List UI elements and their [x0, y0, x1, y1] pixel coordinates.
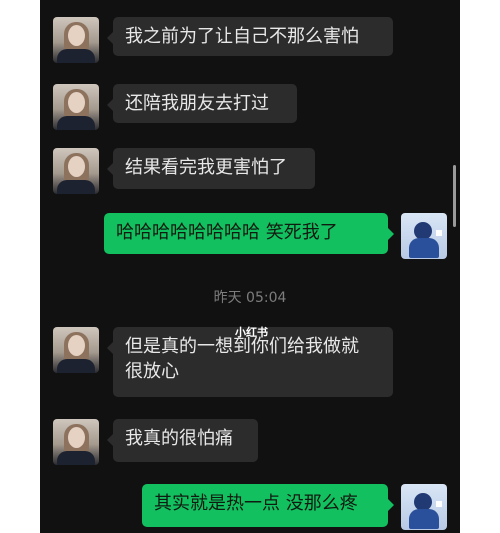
- scrollbar[interactable]: [453, 165, 456, 227]
- incoming-message-bubble[interactable]: 我之前为了让自己不那么害怕: [107, 17, 393, 56]
- my-avatar[interactable]: [401, 213, 447, 259]
- contact-avatar[interactable]: [53, 419, 99, 465]
- incoming-message-bubble[interactable]: 我真的很怕痛: [107, 419, 258, 462]
- watermark: 小红书: [235, 326, 268, 339]
- timestamp: 昨天 05:04: [213, 290, 287, 306]
- outgoing-message-bubble[interactable]: 哈哈哈哈哈哈哈哈 笑死我了: [104, 213, 394, 254]
- my-avatar[interactable]: [401, 484, 447, 530]
- contact-avatar[interactable]: [53, 84, 99, 130]
- incoming-message-bubble[interactable]: 结果看完我更害怕了: [107, 148, 315, 189]
- contact-avatar[interactable]: [53, 17, 99, 63]
- outgoing-message-bubble[interactable]: 其实就是热一点 没那么疼: [142, 484, 394, 527]
- contact-avatar[interactable]: [53, 327, 99, 373]
- contact-avatar[interactable]: [53, 148, 99, 194]
- incoming-message-bubble[interactable]: 还陪我朋友去打过: [107, 84, 297, 123]
- chat-view[interactable]: 我之前为了让自己不那么害怕 还陪我朋友去打过 结果看完我更害怕了 哈哈哈哈哈哈哈…: [40, 0, 460, 533]
